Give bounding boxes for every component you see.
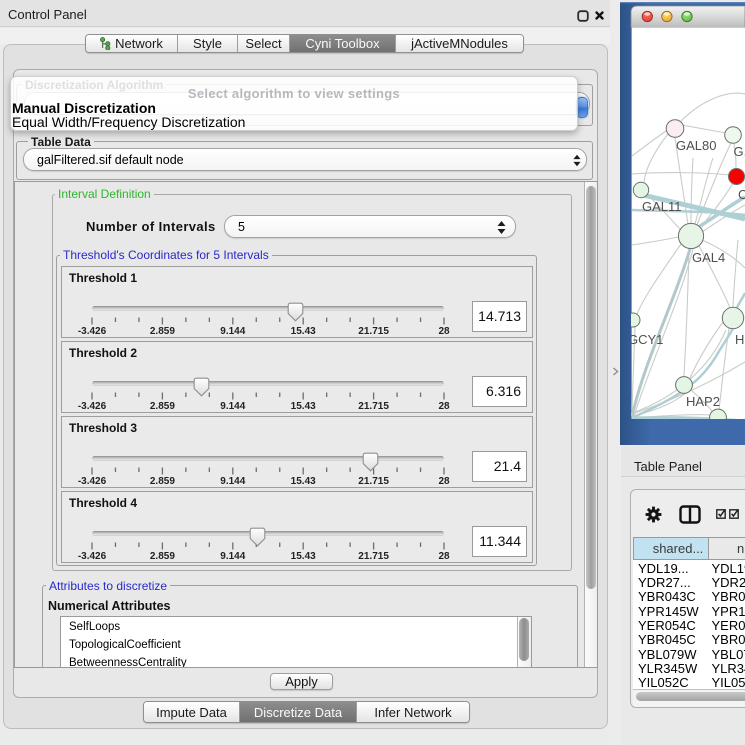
svg-text:GAL4: GAL4	[692, 250, 725, 265]
svg-text:HAP2: HAP2	[686, 394, 720, 409]
svg-text:GAL80: GAL80	[676, 138, 716, 153]
svg-text:GCY1: GCY1	[628, 332, 663, 347]
svg-text:H: H	[735, 332, 744, 347]
svg-text:G.: G.	[734, 144, 745, 159]
svg-text:GAL11: GAL11	[642, 199, 682, 214]
svg-text:C: C	[738, 187, 745, 202]
